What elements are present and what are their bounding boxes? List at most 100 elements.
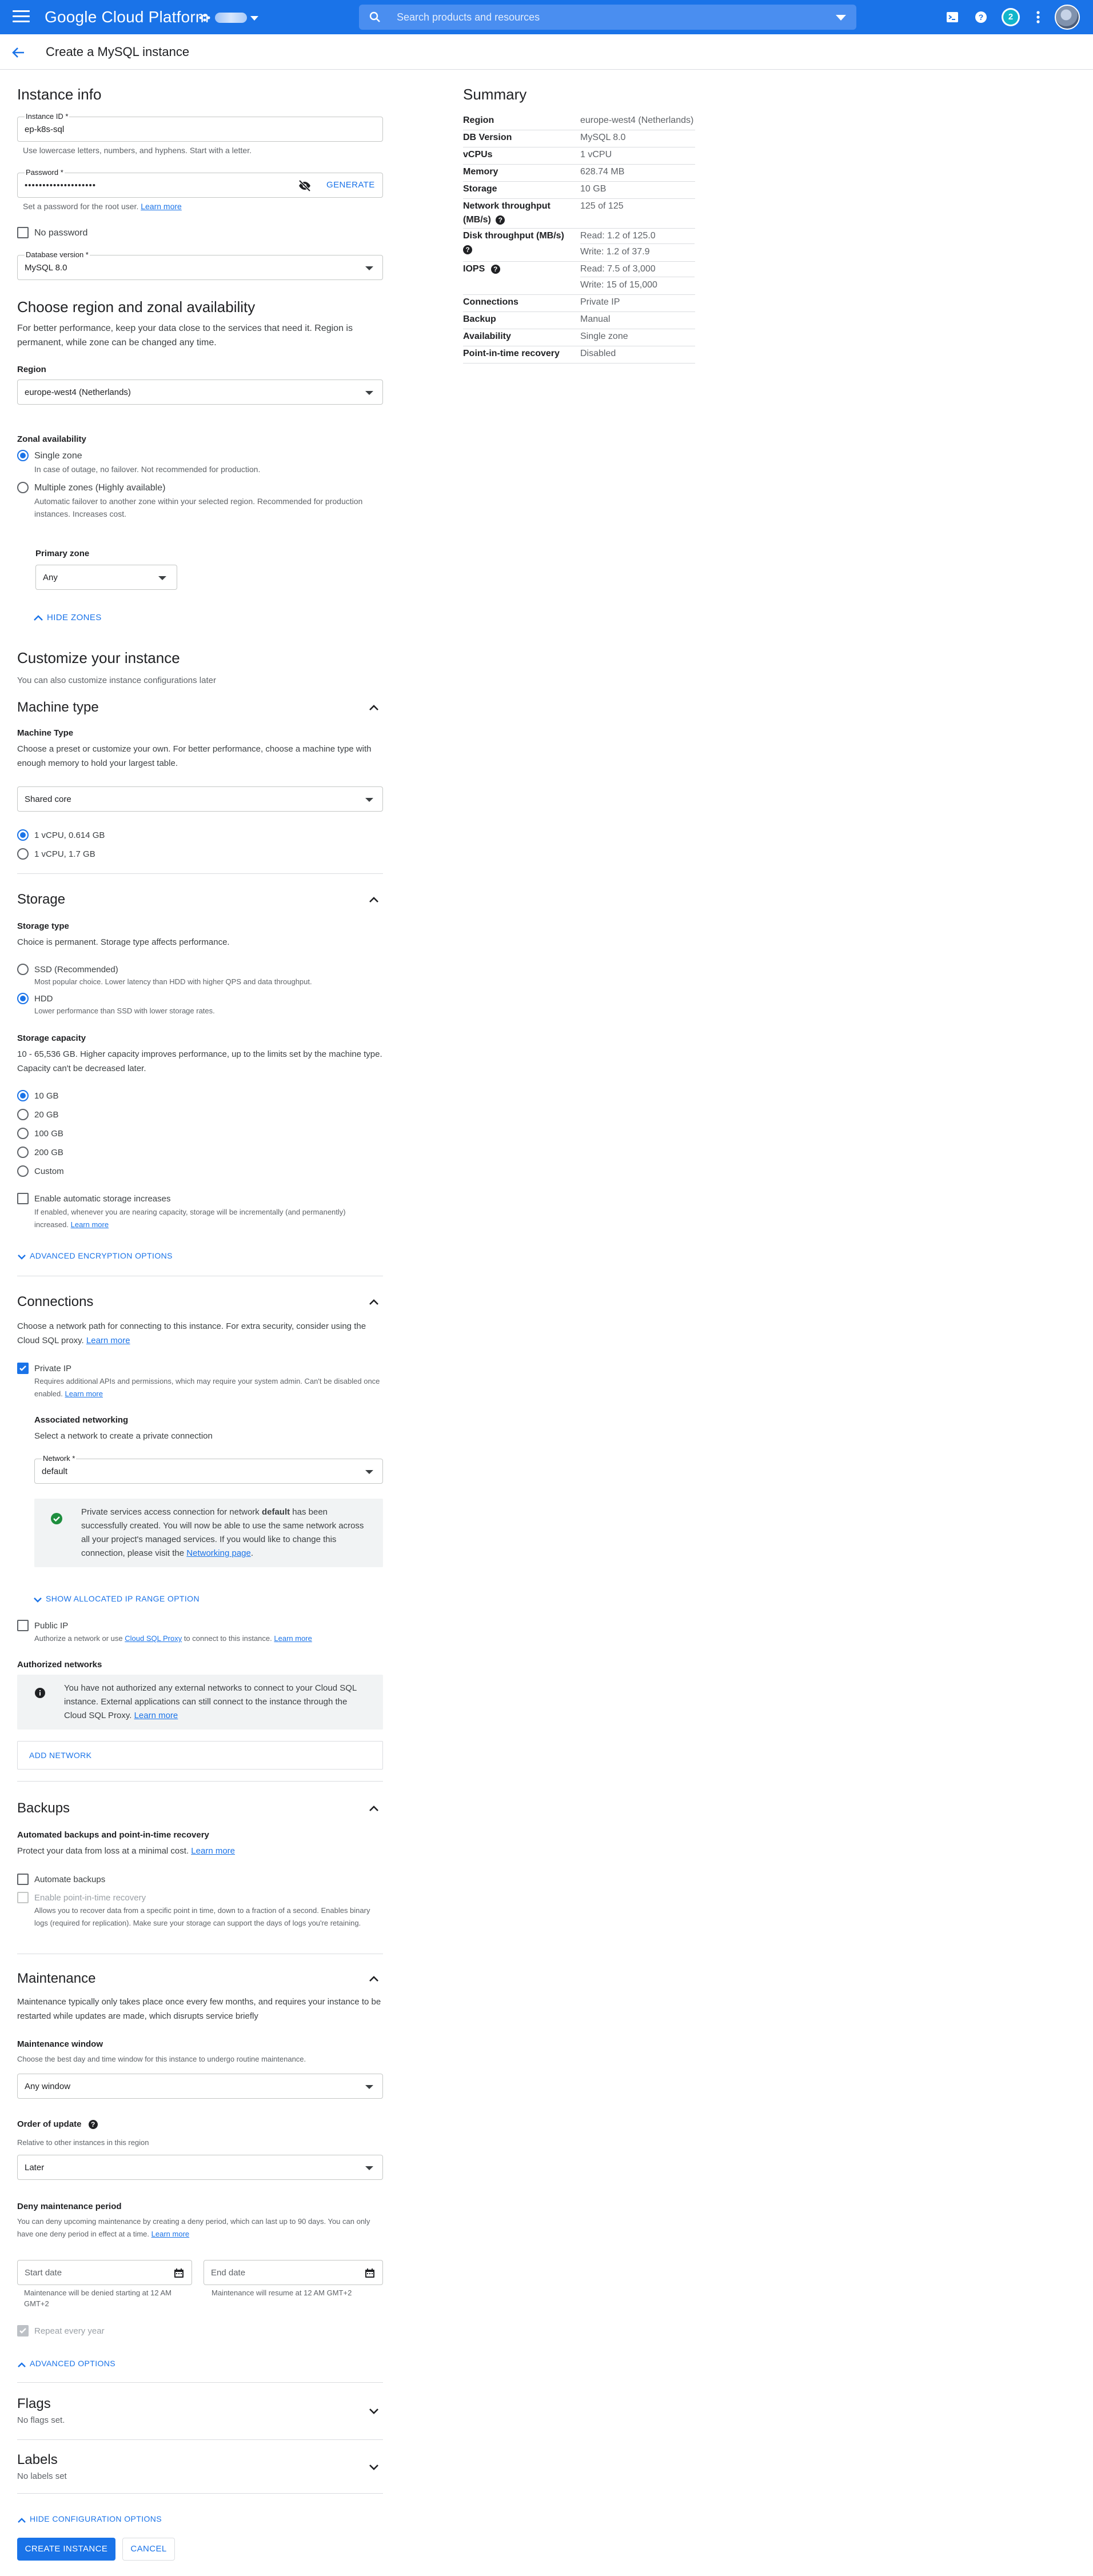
project-selector[interactable] [197, 7, 262, 27]
machine-option-radio[interactable] [17, 829, 29, 841]
private-ip-checkbox[interactable] [17, 1363, 29, 1374]
instance-id-hint: Use lowercase letters, numbers, and hyph… [23, 146, 252, 155]
hide-configuration-options-button[interactable]: HIDE CONFIGURATION OPTIONS [17, 2514, 162, 2526]
password-field[interactable]: Password * •••••••••••••••••••• GENERATE [17, 168, 383, 198]
single-zone-radio[interactable] [17, 450, 29, 461]
capacity-label: 20 GB [34, 1110, 59, 1120]
network-select[interactable]: Network * default [34, 1454, 383, 1484]
help-icon[interactable]: ? [490, 264, 500, 274]
learn-more-link[interactable]: Learn more [134, 1711, 178, 1720]
create-instance-button[interactable]: CREATE INSTANCE [17, 2538, 115, 2561]
search-input[interactable]: Search products and resources [397, 11, 540, 23]
summary-row: Network throughput (MB/s) ? 125 of 125 [463, 199, 695, 229]
help-icon[interactable]: ? [496, 215, 505, 225]
section-heading-connections: Connections [17, 1294, 94, 1309]
database-version-select[interactable]: Database version * MySQL 8.0 [17, 250, 383, 280]
show-allocated-ip-range-button[interactable]: SHOW ALLOCATED IP RANGE OPTION [33, 1594, 200, 1606]
chevron-down-icon [18, 1255, 26, 1260]
start-date-input[interactable]: Start date [25, 2268, 62, 2278]
advanced-encryption-options-button[interactable]: ADVANCED ENCRYPTION OPTIONS [17, 1251, 172, 1263]
networking-page-link[interactable]: Networking page [186, 1548, 251, 1558]
start-date-field[interactable]: Start date [17, 2260, 192, 2285]
cancel-button[interactable]: CANCEL [122, 2538, 175, 2561]
chevron-up-icon[interactable] [367, 1802, 381, 1815]
repeat-every-year-checkbox[interactable] [17, 2325, 29, 2337]
chevron-down-icon [250, 16, 258, 21]
learn-more-link[interactable]: Learn more [274, 1634, 312, 1643]
chevron-up-icon[interactable] [367, 1972, 381, 1986]
chevron-up-icon[interactable] [367, 701, 381, 714]
machine-option-radio[interactable] [17, 848, 29, 860]
advanced-options-button[interactable]: ADVANCED OPTIONS [17, 2359, 115, 2371]
learn-more-link[interactable]: Learn more [65, 1389, 103, 1398]
hamburger-menu-icon[interactable] [13, 10, 30, 24]
ssd-radio[interactable] [17, 964, 29, 975]
summary-value: europe-west4 (Netherlands) [580, 115, 694, 125]
cloud-shell-icon[interactable] [944, 9, 960, 25]
search-bar[interactable]: Search products and resources [359, 5, 856, 30]
learn-more-link[interactable]: Learn more [71, 1220, 109, 1229]
add-network-button[interactable]: ADD NETWORK [29, 1751, 91, 1760]
learn-more-link[interactable]: Learn more [191, 1846, 235, 1856]
top-app-bar: Google Cloud Platform Search products an… [0, 0, 1093, 34]
storage-capacity-description: 10 - 65,536 GB. Higher capacity improves… [17, 1049, 382, 1073]
region-select[interactable]: europe-west4 (Netherlands) [17, 380, 383, 405]
page-title: Create a MySQL instance [46, 45, 190, 59]
cloud-sql-proxy-link[interactable]: Cloud SQL Proxy [125, 1634, 182, 1643]
machine-type-select[interactable]: Shared core [17, 786, 383, 812]
capacity-radio-custom[interactable] [17, 1165, 29, 1177]
capacity-radio-10gb[interactable] [17, 1090, 29, 1101]
summary-key: Point-in-time recovery [463, 349, 560, 358]
automate-backups-checkbox[interactable] [17, 1874, 29, 1885]
generate-password-button[interactable]: GENERATE [326, 180, 375, 190]
primary-zone-value: Any [43, 573, 58, 582]
hide-configuration-label: HIDE CONFIGURATION OPTIONS [30, 2514, 162, 2523]
chevron-down-icon[interactable] [367, 2460, 381, 2474]
public-ip-hint-text: to connect to this instance. [182, 1634, 272, 1643]
maintenance-window-select[interactable]: Any window [17, 2074, 383, 2099]
pitr-checkbox[interactable] [17, 1892, 29, 1903]
help-icon[interactable]: ? [88, 2120, 98, 2130]
chevron-down-icon[interactable] [367, 2404, 381, 2418]
capacity-radio-200gb[interactable] [17, 1147, 29, 1158]
order-of-update-select[interactable]: Later [17, 2155, 383, 2180]
learn-more-link[interactable]: Learn more [141, 202, 182, 211]
help-icon[interactable]: ? [463, 245, 472, 254]
learn-more-link[interactable]: Learn more [86, 1336, 130, 1345]
chevron-up-icon[interactable] [367, 893, 381, 906]
public-ip-checkbox[interactable] [17, 1620, 29, 1631]
authorized-networks-label: Authorized networks [17, 1660, 102, 1670]
calendar-icon[interactable] [364, 2267, 376, 2279]
chevron-down-icon [34, 1597, 42, 1603]
help-icon[interactable]: ? [973, 9, 989, 25]
hdd-radio[interactable] [17, 993, 29, 1004]
end-date-field[interactable]: End date [204, 2260, 383, 2285]
avatar[interactable] [1055, 5, 1080, 30]
learn-more-link[interactable]: Learn more [151, 2230, 189, 2238]
end-date-input[interactable]: End date [211, 2268, 245, 2278]
expand-search-icon[interactable] [836, 15, 846, 21]
password-input[interactable]: •••••••••••••••••••• [25, 181, 96, 190]
back-arrow-icon[interactable] [10, 45, 26, 61]
multi-zone-radio[interactable] [17, 482, 29, 493]
more-vert-icon[interactable] [1030, 9, 1046, 25]
capacity-radio-100gb[interactable] [17, 1128, 29, 1139]
hide-zones-button[interactable]: HIDE ZONES [33, 613, 101, 625]
instance-id-field[interactable]: Instance ID * ep-k8s-sql [17, 112, 383, 142]
summary-value: Single zone [580, 332, 628, 341]
section-heading-maintenance: Maintenance [17, 1971, 96, 1986]
instance-id-input[interactable]: ep-k8s-sql [25, 125, 64, 134]
brand-title[interactable]: Google Cloud Platform [45, 8, 209, 26]
visibility-off-icon[interactable] [298, 179, 312, 192]
primary-zone-select[interactable]: Any [35, 565, 177, 590]
calendar-icon[interactable] [173, 2267, 185, 2279]
notifications-icon[interactable]: 2 [1002, 8, 1020, 26]
associated-networking-label: Associated networking [34, 1415, 129, 1425]
chevron-up-icon[interactable] [367, 1295, 381, 1309]
summary-key-unit: (MB/s) [463, 215, 491, 225]
success-network: default [261, 1507, 290, 1517]
auto-storage-increase-checkbox[interactable] [17, 1193, 29, 1204]
capacity-radio-20gb[interactable] [17, 1109, 29, 1120]
summary-value: Disabled [580, 349, 616, 358]
no-password-checkbox[interactable] [17, 227, 29, 238]
